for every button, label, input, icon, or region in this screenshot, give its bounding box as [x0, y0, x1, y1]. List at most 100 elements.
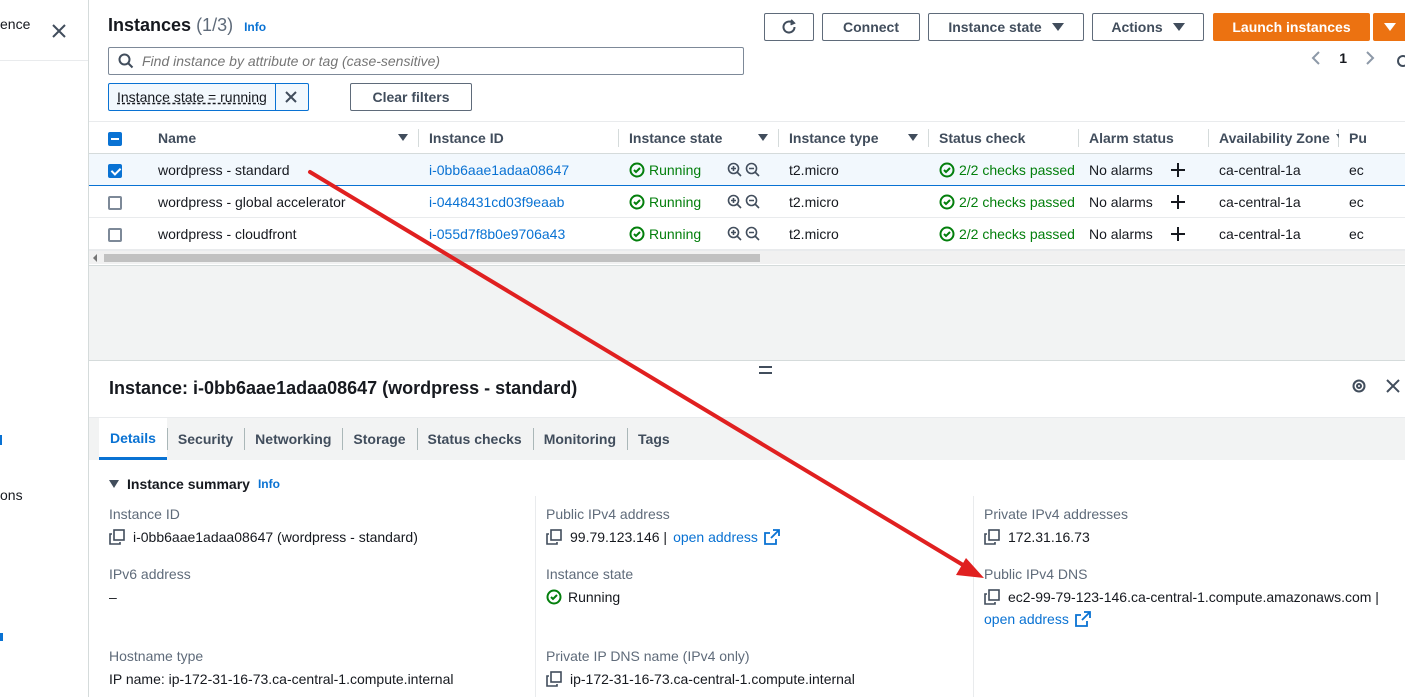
copy-icon[interactable]	[546, 529, 562, 545]
copy-icon[interactable]	[109, 529, 125, 545]
availability-zone: ca-central-1a	[1219, 193, 1301, 210]
clear-filters-button[interactable]: Clear filters	[350, 83, 472, 111]
column-name[interactable]: Name	[143, 121, 419, 154]
close-icon[interactable]	[1385, 378, 1401, 394]
tab-networking[interactable]: Networking	[244, 418, 342, 460]
info-link[interactable]: Info	[244, 20, 266, 34]
pagination: 1	[1311, 50, 1375, 66]
external-link-icon[interactable]	[764, 529, 780, 545]
sidebar-fragment[interactable]: ence	[0, 16, 30, 32]
tab-details[interactable]: Details	[99, 418, 167, 460]
launch-label: Launch instances	[1232, 19, 1351, 35]
copy-icon[interactable]	[984, 529, 1000, 545]
copy-icon[interactable]	[546, 671, 562, 687]
nav-marker	[0, 435, 2, 445]
chevron-right-icon[interactable]	[1365, 50, 1375, 66]
row-checkbox[interactable]	[108, 163, 122, 178]
public-dns-partial: ec	[1349, 225, 1364, 242]
table-row[interactable]: wordpress - standard i-0bb6aae1adaa08647…	[89, 153, 1405, 186]
settings-icon[interactable]	[1351, 378, 1367, 394]
zoom-in-icon[interactable]	[727, 162, 743, 178]
sort-icon[interactable]	[398, 134, 408, 141]
zoom-out-icon[interactable]	[745, 162, 761, 178]
column-instance-state[interactable]: Instance state	[619, 121, 779, 154]
instance-name: wordpress - cloudfront	[158, 225, 297, 242]
field-label: Public IPv4 address	[546, 506, 670, 522]
tab-status-checks[interactable]: Status checks	[416, 418, 533, 460]
table-row[interactable]: wordpress - global accelerator i-0448431…	[89, 185, 1405, 218]
row-checkbox[interactable]	[108, 227, 122, 242]
column-label: Availability Zone	[1219, 129, 1330, 146]
instance-id-field: Instance ID i-0bb6aae1adaa08647 (wordpre…	[109, 506, 529, 548]
tab-tags[interactable]: Tags	[627, 418, 681, 460]
launch-dropdown-button[interactable]	[1373, 13, 1405, 41]
sidebar-fragment[interactable]: ons	[0, 487, 23, 503]
close-icon[interactable]	[50, 22, 68, 40]
remove-filter-button[interactable]	[276, 84, 306, 110]
column-instance-id[interactable]: Instance ID	[419, 121, 619, 154]
column-status-check[interactable]: Status check	[929, 121, 1079, 154]
field-label: Private IPv4 addresses	[984, 506, 1128, 522]
connect-button[interactable]: Connect	[822, 13, 920, 41]
detail-tabs: Details Security Networking Storage Stat…	[89, 417, 1405, 460]
tab-monitoring[interactable]: Monitoring	[532, 418, 627, 460]
caret-down-icon[interactable]	[109, 480, 119, 488]
field-label: Instance ID	[109, 506, 180, 522]
sort-icon[interactable]	[908, 134, 918, 141]
external-link-icon[interactable]	[1074, 611, 1091, 627]
column-label: Alarm status	[1089, 129, 1174, 146]
zoom-in-icon[interactable]	[727, 226, 743, 242]
column-public-dns[interactable]: Pu	[1339, 121, 1405, 154]
zoom-out-icon[interactable]	[745, 226, 761, 242]
plus-icon[interactable]	[1170, 194, 1185, 209]
info-link[interactable]: Info	[258, 477, 280, 491]
actions-button[interactable]: Actions	[1092, 13, 1204, 41]
search-field[interactable]	[108, 47, 744, 75]
scrollbar-thumb[interactable]	[104, 254, 760, 262]
column-instance-type[interactable]: Instance type	[779, 121, 929, 154]
summary-label: Instance summary	[127, 476, 250, 492]
filter-token-label[interactable]: Instance state = running	[109, 84, 276, 110]
instance-state-button[interactable]: Instance state	[928, 13, 1084, 41]
resize-handle[interactable]	[759, 366, 772, 374]
instance-id-link[interactable]: i-0448431cd03f9eaab	[419, 194, 619, 210]
page-number[interactable]: 1	[1339, 50, 1347, 66]
column-availability-zone[interactable]: Availability Zone	[1209, 121, 1339, 154]
table-row[interactable]: wordpress - cloudfront i-055d7f8b0e9706a…	[89, 217, 1405, 250]
sort-icon[interactable]	[758, 134, 768, 141]
instance-id-link[interactable]: i-0bb6aae1adaa08647	[419, 162, 619, 178]
open-address-link[interactable]: open address	[984, 608, 1069, 630]
public-dns-partial: ec	[1349, 161, 1364, 178]
launch-instances-button[interactable]: Launch instances	[1213, 13, 1370, 41]
plus-icon[interactable]	[1170, 162, 1185, 177]
open-address-link[interactable]: open address	[673, 526, 758, 548]
field-label: Hostname type	[109, 648, 204, 664]
settings-icon[interactable]	[1395, 53, 1405, 69]
instance-id-link[interactable]: i-055d7f8b0e9706a43	[419, 226, 619, 242]
plus-icon[interactable]	[1170, 226, 1185, 241]
filter-token[interactable]: Instance state = running	[108, 83, 309, 111]
column-alarm-status[interactable]: Alarm status	[1079, 121, 1209, 154]
search-input[interactable]	[142, 53, 722, 69]
status-check-text[interactable]: 2/2 checks passed	[959, 194, 1075, 210]
refresh-button[interactable]	[764, 13, 814, 41]
checkbox[interactable]	[108, 131, 122, 146]
row-checkbox[interactable]	[108, 195, 122, 210]
instances-table: Name Instance ID Instance state Instance…	[89, 121, 1405, 250]
instance-state-field: Instance state Running	[546, 566, 966, 608]
select-all-checkbox[interactable]	[89, 121, 143, 154]
table-header: Name Instance ID Instance state Instance…	[89, 121, 1405, 154]
zoom-in-icon[interactable]	[727, 194, 743, 210]
tab-security[interactable]: Security	[166, 418, 244, 460]
status-check-text[interactable]: 2/2 checks passed	[959, 226, 1075, 242]
instance-summary-header[interactable]: Instance summary Info	[109, 476, 280, 492]
field-value: ec2-99-79-123-146.ca-central-1.compute.a…	[1008, 589, 1379, 605]
connect-label: Connect	[843, 19, 899, 35]
zoom-out-icon[interactable]	[745, 194, 761, 210]
copy-icon[interactable]	[984, 589, 1000, 605]
scroll-left-icon[interactable]	[93, 254, 97, 262]
chevron-left-icon[interactable]	[1311, 50, 1321, 66]
horizontal-scrollbar[interactable]	[89, 250, 1405, 264]
tab-storage[interactable]: Storage	[342, 418, 416, 460]
status-check-text[interactable]: 2/2 checks passed	[959, 162, 1075, 178]
